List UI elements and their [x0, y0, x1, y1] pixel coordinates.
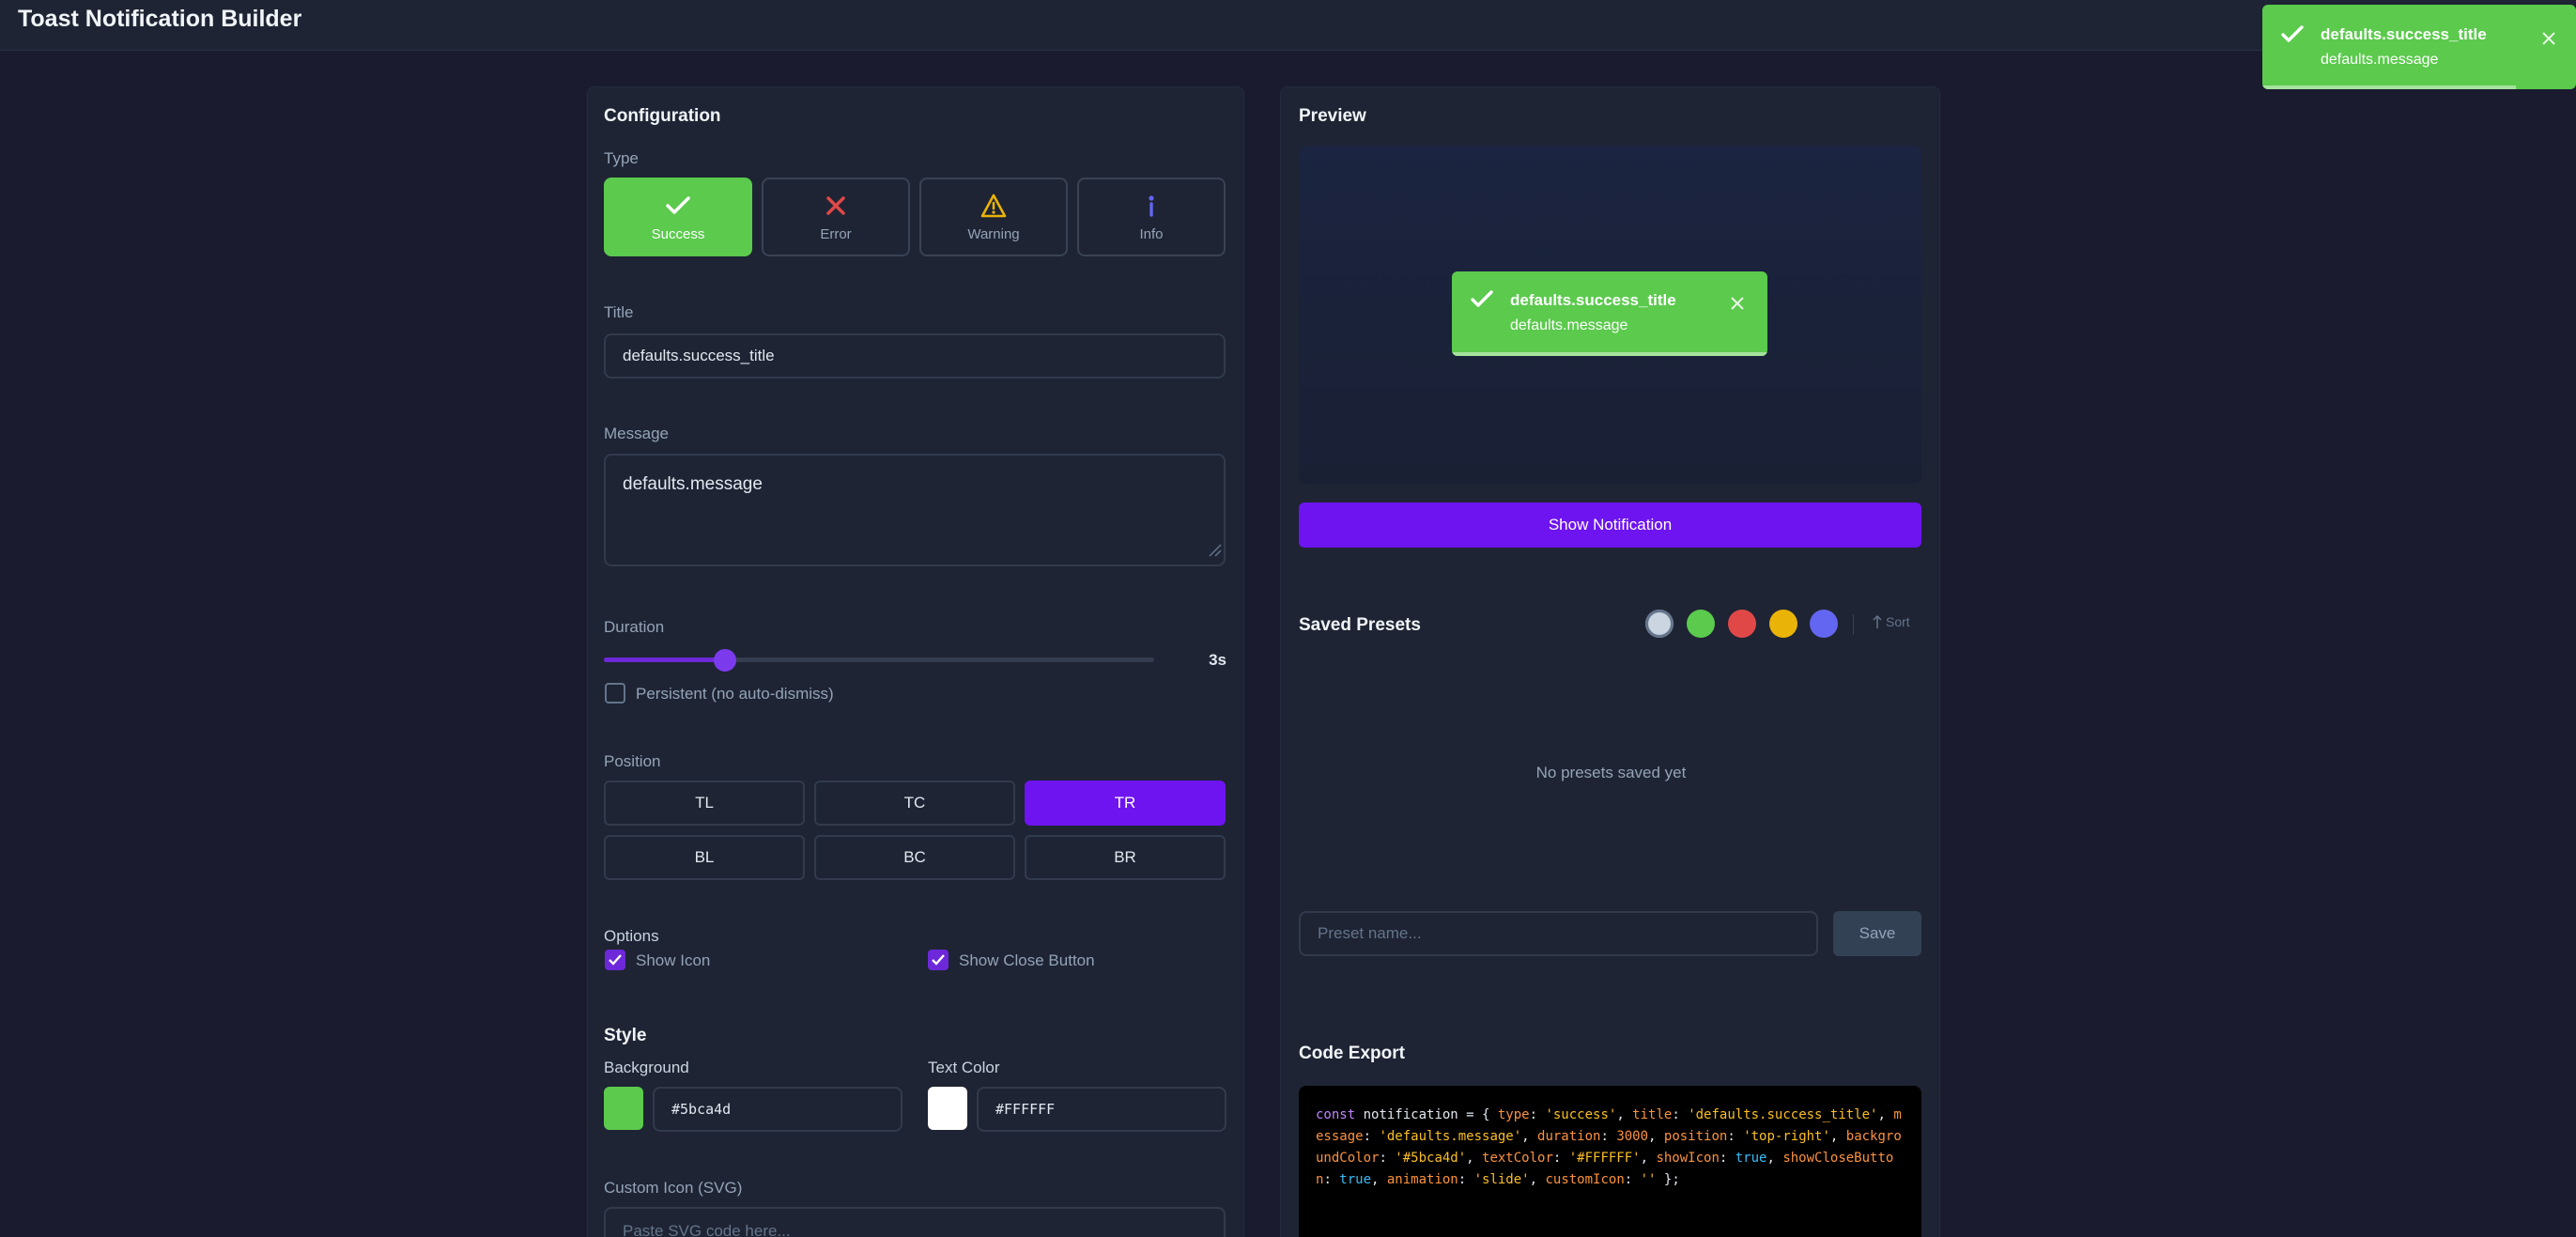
type-warning-button[interactable]: Warning [919, 178, 1068, 256]
saved-presets-heading: Saved Presets [1299, 615, 1421, 635]
code-export-heading: Code Export [1299, 1044, 1405, 1063]
configuration-panel: Configuration Type Success Error Warning… [587, 86, 1244, 1237]
close-icon[interactable] [2541, 29, 2556, 50]
duration-slider-thumb[interactable] [714, 649, 736, 672]
live-toast: defaults.success_title defaults.message [2262, 5, 2576, 89]
message-textarea[interactable]: defaults.message [604, 454, 1226, 566]
custom-icon-textarea[interactable]: Paste SVG code here... [604, 1207, 1226, 1237]
title-input[interactable]: defaults.success_title [604, 333, 1226, 379]
duration-value: 3s [1209, 651, 1226, 669]
background-color-input[interactable]: #5bca4d [653, 1087, 902, 1132]
show-notification-button[interactable]: Show Notification [1299, 503, 1921, 548]
position-tl-button[interactable]: TL [604, 781, 805, 826]
type-info-button[interactable]: Info [1077, 178, 1226, 256]
filter-error-dot[interactable] [1728, 610, 1756, 638]
live-toast-message: defaults.message [2321, 52, 2439, 68]
position-br-button[interactable]: BR [1025, 835, 1226, 880]
preview-panel: Preview defaults.success_title defaults.… [1280, 86, 1940, 1237]
filter-warning-dot[interactable] [1769, 610, 1797, 638]
text-color-label: Text Color [928, 1059, 1000, 1076]
code-export-block: const notification = { type: 'success', … [1299, 1086, 1921, 1237]
sort-button[interactable]: Sort [1873, 614, 1910, 629]
duration-slider[interactable] [604, 649, 1154, 672]
message-text: defaults.message [623, 474, 763, 494]
preset-name-input[interactable]: Preset name... [1299, 911, 1818, 956]
message-label: Message [604, 425, 669, 442]
info-icon [1147, 193, 1156, 219]
background-label: Background [604, 1059, 689, 1076]
duration-label: Duration [604, 618, 665, 636]
position-bc-button[interactable]: BC [814, 835, 1015, 880]
title-label: Title [604, 303, 634, 321]
filter-success-dot[interactable] [1687, 610, 1715, 638]
preview-toast-progress [1452, 352, 1767, 356]
check-icon [666, 193, 690, 219]
type-success-button[interactable]: Success [604, 178, 752, 256]
show-icon-label: Show Icon [636, 951, 711, 969]
close-icon[interactable] [1730, 294, 1745, 315]
presets-empty-text: No presets saved yet [1535, 764, 1687, 781]
check-icon [2281, 25, 2304, 49]
checkmark-icon [932, 954, 945, 966]
app-title: Toast Notification Builder [18, 6, 302, 32]
position-bl-button[interactable]: BL [604, 835, 805, 880]
preview-toast: defaults.success_title defaults.message [1452, 271, 1767, 356]
options-label: Options [604, 927, 659, 945]
x-icon [825, 193, 846, 219]
sort-label: Sort [1886, 614, 1910, 629]
app-header: Toast Notification Builder [0, 0, 2576, 51]
show-close-checkbox[interactable] [928, 950, 949, 970]
custom-icon-label: Custom Icon (SVG) [604, 1179, 743, 1197]
configuration-heading: Configuration [604, 106, 721, 126]
arrow-up-icon [1873, 614, 1882, 628]
persistent-checkbox[interactable] [605, 683, 625, 704]
live-toast-title: defaults.success_title [2321, 25, 2487, 43]
preview-toast-message: defaults.message [1510, 317, 1628, 333]
type-error-button[interactable]: Error [762, 178, 910, 256]
type-warning-label: Warning [967, 225, 1020, 242]
resize-handle-icon[interactable] [1209, 542, 1222, 563]
type-label: Type [604, 149, 639, 167]
duration-slider-fill [604, 657, 725, 662]
preview-heading: Preview [1299, 106, 1366, 126]
background-color-swatch[interactable] [604, 1087, 643, 1130]
live-toast-progress [2262, 85, 2516, 89]
type-success-label: Success [651, 225, 705, 242]
check-icon [1471, 290, 1493, 314]
position-label: Position [604, 752, 661, 770]
text-color-swatch[interactable] [928, 1087, 967, 1130]
preview-area: defaults.success_title defaults.message [1299, 146, 1921, 484]
type-error-label: Error [820, 225, 852, 242]
text-color-input[interactable]: #FFFFFF [977, 1087, 1226, 1132]
save-preset-button[interactable]: Save [1833, 911, 1921, 956]
filter-info-dot[interactable] [1810, 610, 1838, 638]
position-tr-button[interactable]: TR [1025, 781, 1226, 826]
checkmark-icon [609, 954, 622, 966]
type-info-label: Info [1139, 225, 1164, 242]
show-close-label: Show Close Button [959, 951, 1095, 969]
warning-triangle-icon [980, 193, 1007, 219]
filter-all-dot[interactable] [1645, 610, 1674, 638]
persistent-label: Persistent (no auto-dismiss) [636, 685, 834, 703]
preview-toast-title: defaults.success_title [1510, 291, 1676, 309]
divider [1853, 614, 1854, 635]
position-tc-button[interactable]: TC [814, 781, 1015, 826]
style-heading: Style [604, 1026, 647, 1045]
show-icon-checkbox[interactable] [605, 950, 625, 970]
